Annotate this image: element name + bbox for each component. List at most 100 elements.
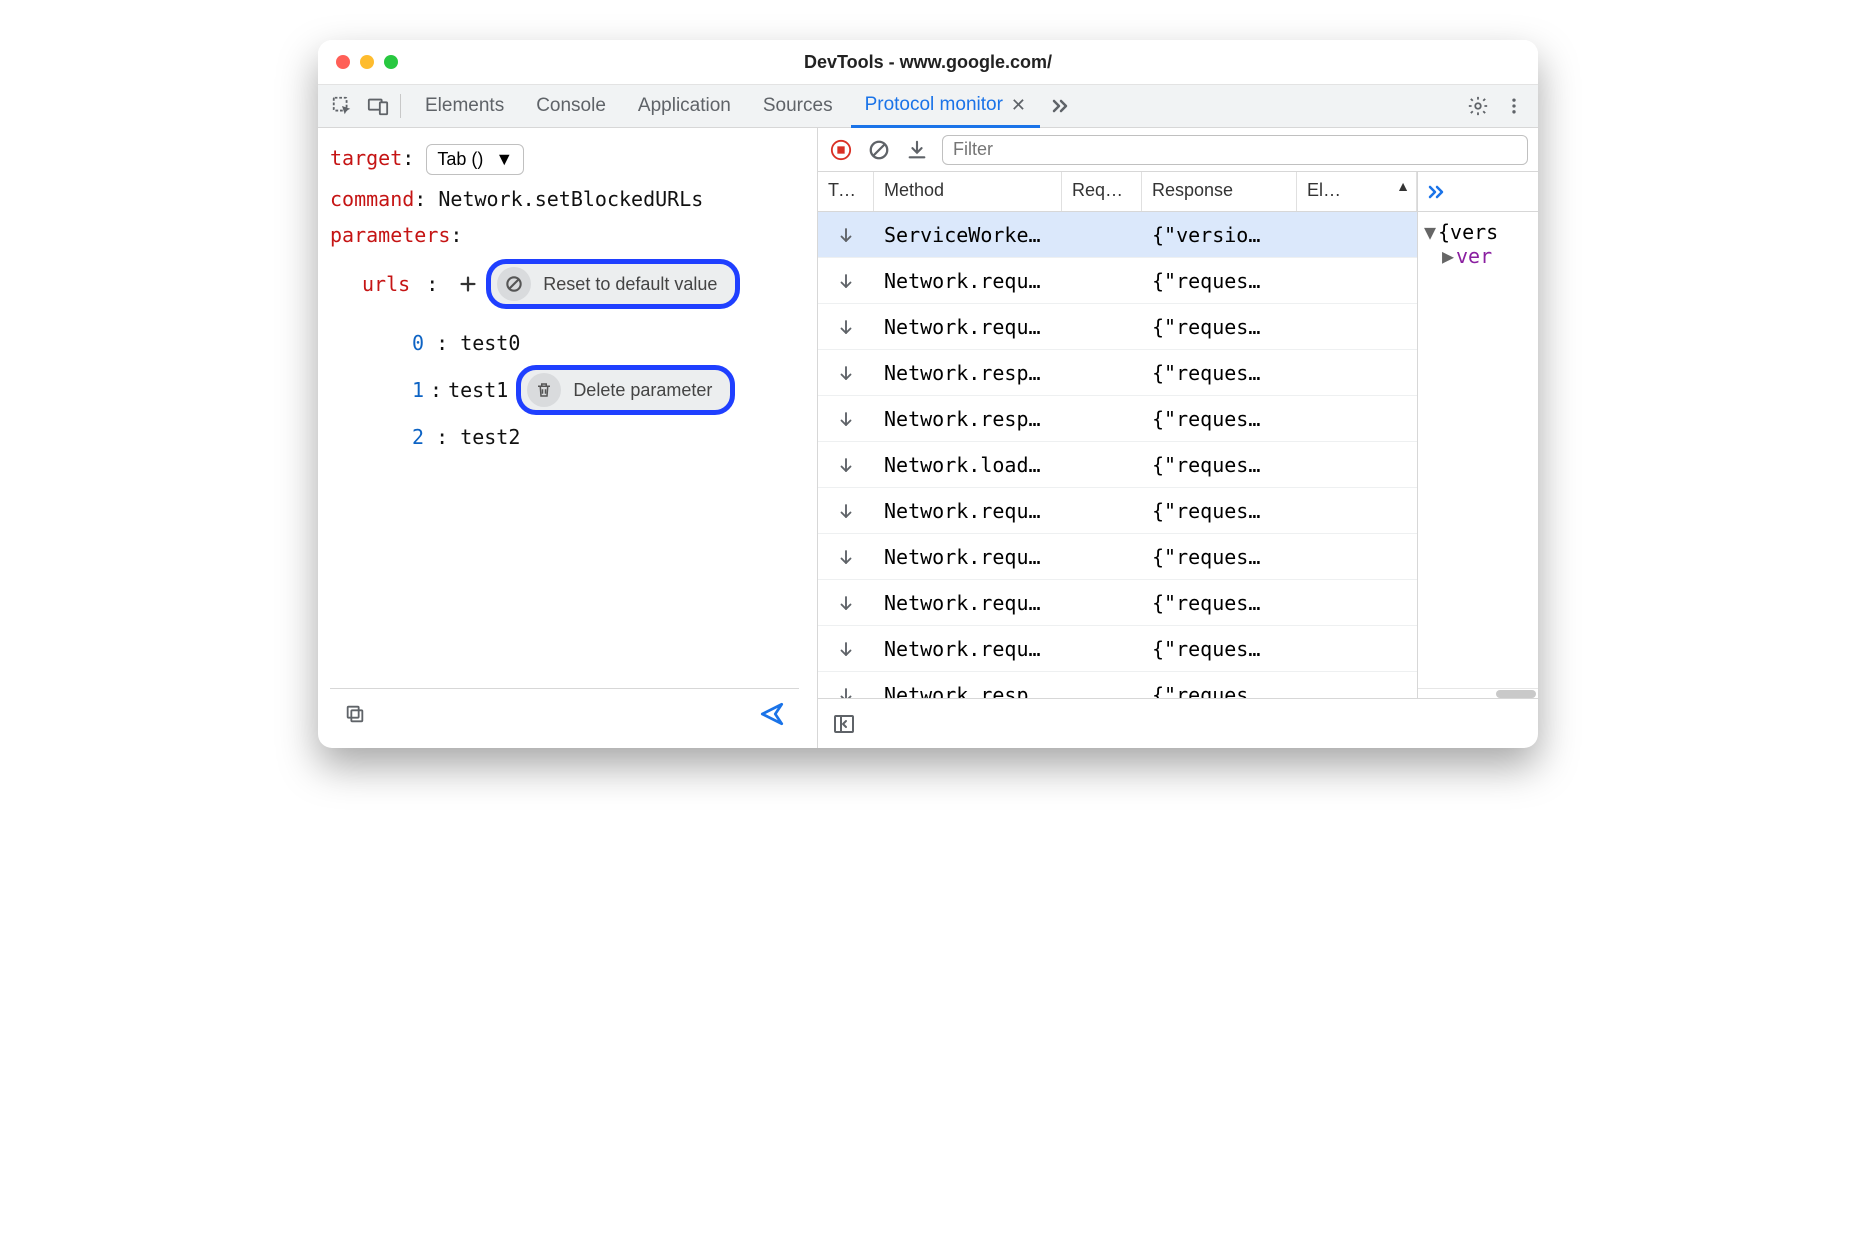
filter-input[interactable] xyxy=(942,135,1528,165)
response-cell: {"reques… xyxy=(1142,545,1297,569)
chevron-down-icon: ▼ xyxy=(495,149,513,170)
tree-root[interactable]: ▼{vers xyxy=(1424,220,1532,244)
direction-icon xyxy=(818,594,874,612)
delete-label: Delete parameter xyxy=(573,380,712,401)
record-stop-icon[interactable] xyxy=(828,137,854,163)
method-cell: Network.reque… xyxy=(874,499,1062,523)
array-item-1: 1 : test1 Delete parameter xyxy=(412,365,799,415)
devtools-tabstrip: Elements Console Application Sources Pro… xyxy=(318,84,1538,128)
send-button[interactable] xyxy=(759,701,785,727)
main-area: target: Tab () ▼ command: Network.setBlo… xyxy=(318,128,1538,748)
titlebar: DevTools - www.google.com/ xyxy=(318,40,1538,84)
maximize-window-button[interactable] xyxy=(384,55,398,69)
method-cell: ServiceWorker… xyxy=(874,223,1062,247)
sort-indicator-icon: ▲ xyxy=(1396,178,1410,194)
download-icon[interactable] xyxy=(904,137,930,163)
direction-icon xyxy=(818,548,874,566)
events-table: Type Method Requ… Response El…▲ ServiceW… xyxy=(818,172,1418,698)
col-type[interactable]: Type xyxy=(818,172,874,211)
col-request[interactable]: Requ… xyxy=(1062,172,1142,211)
close-tab-icon[interactable]: ✕ xyxy=(1011,95,1026,116)
direction-icon xyxy=(818,226,874,244)
table-row[interactable]: Network.reque…{"reques… xyxy=(818,580,1417,626)
table-row[interactable]: Network.respo…{"reques… xyxy=(818,396,1417,442)
table-row[interactable]: ServiceWorker… {"versio… xyxy=(818,212,1417,258)
method-cell: Network.loadi… xyxy=(874,453,1062,477)
parameters-key: parameters xyxy=(330,223,450,247)
item-value[interactable]: test0 xyxy=(460,331,520,355)
detail-body: ▼{vers ▶ver xyxy=(1418,212,1538,274)
toggle-drawer-icon[interactable] xyxy=(832,712,856,736)
monitor-toolbar xyxy=(818,128,1538,172)
right-pane-footer xyxy=(818,698,1538,748)
table-row[interactable]: Network.loadi…{"reques… xyxy=(818,442,1417,488)
method-cell: Network.reque… xyxy=(874,591,1062,615)
urls-key: urls xyxy=(362,272,410,296)
table-row[interactable]: Network.reque…{"reques… xyxy=(818,258,1417,304)
close-window-button[interactable] xyxy=(336,55,350,69)
inspect-element-icon[interactable] xyxy=(326,90,358,122)
settings-icon[interactable] xyxy=(1462,90,1494,122)
response-cell: {"reques… xyxy=(1142,361,1297,385)
kebab-menu-icon[interactable] xyxy=(1498,90,1530,122)
tree-child[interactable]: ▶ver xyxy=(1424,244,1532,268)
detail-tabs xyxy=(1418,172,1538,212)
target-row: target: Tab () ▼ xyxy=(330,144,799,175)
target-key: target xyxy=(330,146,402,170)
item-index: 0 xyxy=(412,331,424,355)
tab-protocol-monitor[interactable]: Protocol monitor ✕ xyxy=(851,86,1040,128)
detail-pane: ▼{vers ▶ver xyxy=(1418,172,1538,698)
col-response[interactable]: Response xyxy=(1142,172,1297,211)
delete-callout[interactable]: Delete parameter xyxy=(516,365,735,415)
reset-icon xyxy=(497,267,531,301)
col-elapsed[interactable]: El…▲ xyxy=(1297,172,1417,211)
response-cell: {"versio… xyxy=(1142,223,1297,247)
direction-icon xyxy=(818,502,874,520)
table-row[interactable]: Network.reque…{"reques… xyxy=(818,626,1417,672)
command-value: Network.setBlockedURLs xyxy=(438,187,703,211)
tab-label: Application xyxy=(638,95,731,117)
method-cell: Network.respo… xyxy=(874,361,1062,385)
table-row[interactable]: Network.reque…{"reques… xyxy=(818,534,1417,580)
tab-label: Elements xyxy=(425,95,504,117)
copy-icon[interactable] xyxy=(344,703,366,725)
add-item-button[interactable] xyxy=(454,270,482,298)
tab-elements[interactable]: Elements xyxy=(411,85,518,127)
table-row[interactable]: Network.reque… {"reques… xyxy=(818,488,1417,534)
table-body: ServiceWorker… {"versio… Network.reque… {"r… xyxy=(818,212,1417,698)
left-pane-footer xyxy=(330,688,799,738)
reset-callout[interactable]: Reset to default value xyxy=(486,259,740,309)
command-key: command xyxy=(330,187,414,211)
table-row[interactable]: Network.respo… {"reques… xyxy=(818,350,1417,396)
direction-icon xyxy=(818,640,874,658)
device-toolbar-icon[interactable] xyxy=(362,90,394,122)
col-method[interactable]: Method xyxy=(874,172,1062,211)
devtools-window: DevTools - www.google.com/ Elements Cons… xyxy=(318,40,1538,748)
method-cell: Network.respo… xyxy=(874,683,1062,699)
item-value[interactable]: test1 xyxy=(448,378,508,402)
command-editor-pane: target: Tab () ▼ command: Network.setBlo… xyxy=(318,128,818,748)
item-value[interactable]: test2 xyxy=(460,425,520,449)
method-cell: Network.respo… xyxy=(874,407,1062,431)
more-tabs-icon[interactable] xyxy=(1044,90,1076,122)
array-item-2: 2 : test2 xyxy=(412,425,799,449)
direction-icon xyxy=(818,364,874,382)
more-tabs-icon[interactable] xyxy=(1424,180,1448,204)
clear-icon[interactable] xyxy=(866,137,892,163)
table-row[interactable]: Network.reque…{"reques… xyxy=(818,304,1417,350)
tab-application[interactable]: Application xyxy=(624,85,745,127)
response-cell: {"reques… xyxy=(1142,499,1297,523)
tab-label: Sources xyxy=(763,95,833,117)
tab-sources[interactable]: Sources xyxy=(749,85,847,127)
table-row[interactable]: Network.respo…{"reques… xyxy=(818,672,1417,698)
direction-icon xyxy=(818,456,874,474)
horizontal-scrollbar[interactable] xyxy=(1418,688,1538,698)
item-index: 2 xyxy=(412,425,424,449)
table-header: Type Method Requ… Response El…▲ xyxy=(818,172,1417,212)
target-value: Tab () xyxy=(437,149,483,170)
minimize-window-button[interactable] xyxy=(360,55,374,69)
target-select[interactable]: Tab () ▼ xyxy=(426,144,524,175)
response-cell: {"reques… xyxy=(1142,315,1297,339)
protocol-monitor-pane: Type Method Requ… Response El…▲ ServiceW… xyxy=(818,128,1538,748)
tab-console[interactable]: Console xyxy=(522,85,620,127)
